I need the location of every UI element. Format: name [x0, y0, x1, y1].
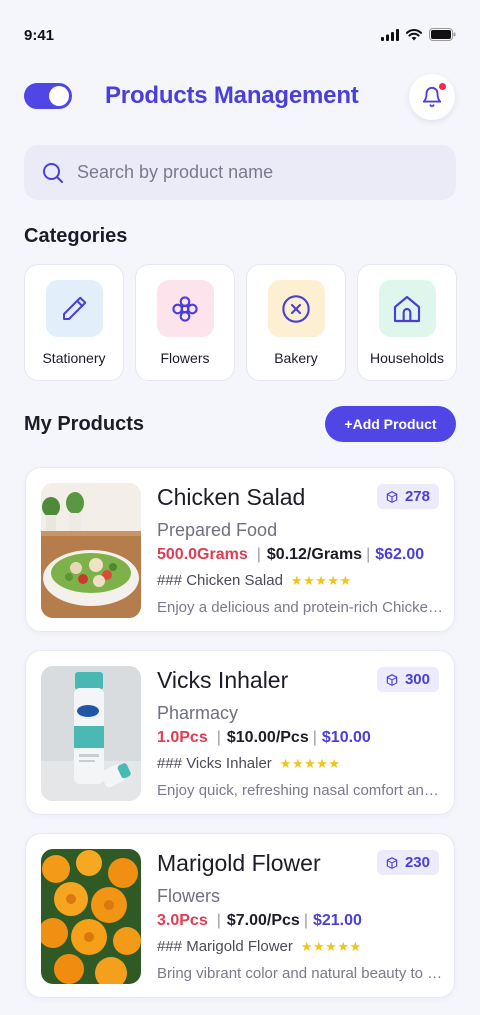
unit-price: $0.12/Grams	[266, 546, 363, 563]
category-households[interactable]: Households	[357, 264, 457, 381]
price-row: 1.0Pcs | $10.00/Pcs | $10.00	[157, 729, 371, 747]
product-name: Marigold Flower	[157, 850, 321, 876]
rating-stars: ★★★★★	[300, 938, 362, 954]
category-icon-box	[378, 280, 436, 337]
search-bar[interactable]	[24, 145, 456, 200]
category-icon-box	[45, 280, 103, 337]
notifications-button[interactable]	[409, 74, 455, 120]
product-card[interactable]: Marigold Flower 230 Flowers 3.0Pcs | $7.…	[25, 833, 455, 998]
battery-icon	[429, 28, 456, 41]
box-icon	[386, 490, 398, 503]
stock-badge: 230	[376, 850, 439, 875]
category-label: Stationery	[42, 350, 106, 366]
add-product-button[interactable]: +Add Product	[325, 406, 456, 442]
category-bakery[interactable]: Bakery	[246, 264, 346, 381]
box-icon	[386, 856, 398, 869]
product-name: Vicks Inhaler	[157, 667, 289, 693]
product-category: Prepared Food	[157, 520, 278, 540]
title-row: ### Vicks Inhaler ★★★★★	[157, 755, 341, 772]
product-name: Chicken Salad	[157, 484, 306, 510]
product-card[interactable]: Chicken Salad 278 Prepared Food 500.0Gra…	[25, 467, 455, 632]
price-row: 500.0Grams | $0.12/Grams | $62.00	[157, 546, 424, 564]
product-title-line: ### Marigold Flower	[157, 938, 293, 955]
unit-price: $7.00/Pcs	[226, 912, 300, 929]
notification-dot	[439, 83, 446, 90]
products-title: My Products	[24, 413, 145, 435]
category-label: Households	[370, 350, 444, 366]
status-bar: 9:41	[0, 0, 480, 72]
separator: |	[312, 729, 317, 746]
wifi-icon	[406, 28, 422, 40]
status-icons	[381, 28, 456, 41]
product-category: Flowers	[157, 886, 221, 906]
title-row: ### Chicken Salad ★★★★★	[157, 572, 352, 589]
theme-toggle[interactable]	[24, 83, 72, 109]
rating-stars: ★★★★★	[290, 572, 352, 588]
category-icon-box	[156, 280, 214, 337]
signal-icon	[381, 28, 399, 41]
search-input[interactable]	[77, 162, 437, 183]
stock-count: 300	[404, 671, 430, 688]
stock-count: 230	[404, 854, 430, 871]
home-icon	[393, 295, 421, 322]
product-image-marigold-flower	[41, 849, 141, 984]
rating-stars: ★★★★★	[279, 755, 341, 771]
total-price: $10.00	[321, 729, 371, 746]
separator: |	[256, 546, 261, 563]
separator: |	[303, 912, 308, 929]
category-label: Bakery	[274, 350, 318, 366]
title-row: ### Marigold Flower ★★★★★	[157, 938, 362, 955]
product-image-chicken-salad	[41, 483, 141, 618]
page-title: Products Management	[105, 82, 359, 109]
box-icon	[386, 673, 398, 686]
category-flowers[interactable]: Flowers	[135, 264, 235, 381]
category-label: Flowers	[160, 350, 210, 366]
stock-count: 278	[404, 488, 430, 505]
search-icon	[43, 162, 63, 183]
unit-price: $10.00/Pcs	[226, 729, 309, 746]
category-list: Stationery Flowers Bakery Households	[24, 264, 457, 381]
product-quantity: 3.0Pcs	[157, 912, 208, 929]
product-description: Enjoy quick, refreshing nasal comfort an…	[157, 782, 444, 799]
status-time: 9:41	[24, 27, 55, 44]
separator: |	[216, 729, 221, 746]
product-title-line: ### Vicks Inhaler	[157, 755, 272, 772]
flower-icon	[172, 295, 198, 322]
total-price: $62.00	[375, 546, 425, 563]
toggle-knob	[49, 86, 69, 106]
price-row: 3.0Pcs | $7.00/Pcs | $21.00	[157, 912, 362, 930]
category-icon-box	[267, 280, 325, 337]
categories-title: Categories	[24, 225, 128, 247]
product-description: Enjoy a delicious and protein-rich Chick…	[157, 599, 444, 616]
category-stationery[interactable]: Stationery	[24, 264, 124, 381]
total-price: $21.00	[312, 912, 362, 929]
product-quantity: 500.0Grams	[157, 546, 248, 563]
product-image-vicks-inhaler	[41, 666, 141, 801]
product-title-line: ### Chicken Salad	[157, 572, 283, 589]
product-card[interactable]: Vicks Inhaler 300 Pharmacy 1.0Pcs | $10.…	[25, 650, 455, 815]
stock-badge: 300	[376, 667, 439, 692]
circle-x-icon	[282, 294, 310, 323]
product-quantity: 1.0Pcs	[157, 729, 208, 746]
product-description: Bring vibrant color and natural beauty t…	[157, 965, 444, 982]
separator: |	[216, 912, 221, 929]
separator: |	[366, 546, 371, 563]
stock-badge: 278	[376, 484, 439, 509]
product-category: Pharmacy	[157, 703, 239, 723]
pencil-icon	[63, 296, 87, 320]
